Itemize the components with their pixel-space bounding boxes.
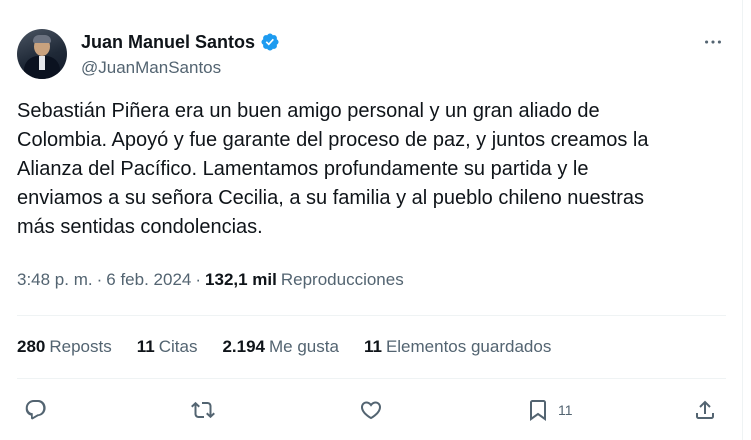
reposts-count: 280 bbox=[17, 337, 46, 356]
repost-button[interactable] bbox=[191, 396, 215, 424]
likes-count: 2.194 bbox=[222, 337, 266, 356]
likes-stat[interactable]: 2.194 Me gusta bbox=[222, 336, 338, 358]
meta-separator: · bbox=[96, 270, 103, 289]
divider bbox=[17, 378, 726, 379]
reposts-label: Reposts bbox=[49, 337, 112, 356]
share-button[interactable] bbox=[693, 396, 717, 424]
likes-label: Me gusta bbox=[269, 337, 339, 356]
heart-icon bbox=[360, 401, 382, 420]
action-bar: 11 bbox=[0, 392, 743, 428]
author-display-name[interactable]: Juan Manuel Santos bbox=[81, 31, 255, 53]
author-handle[interactable]: @JuanManSantos bbox=[81, 57, 221, 79]
like-button[interactable] bbox=[359, 396, 383, 424]
reply-icon bbox=[25, 400, 46, 420]
reposts-stat[interactable]: 280 Reposts bbox=[17, 336, 112, 358]
verified-badge-icon bbox=[261, 33, 279, 51]
engagement-stats: 280 Reposts 11 Citas 2.194 Me gusta 11 E… bbox=[17, 336, 576, 358]
views-label: Reproducciones bbox=[280, 270, 404, 289]
bookmarks-count: 11 bbox=[363, 337, 382, 356]
repost-icon bbox=[191, 401, 215, 419]
quotes-count: 11 bbox=[136, 337, 155, 356]
quotes-stat[interactable]: 11 Citas bbox=[137, 336, 198, 358]
bookmarks-stat[interactable]: 11 Elementos guardados bbox=[364, 336, 551, 358]
share-icon bbox=[696, 400, 714, 419]
tweet-date[interactable]: 6 feb. 2024 bbox=[106, 268, 191, 292]
divider bbox=[17, 315, 726, 316]
views-count: 132,1 mil bbox=[205, 270, 277, 289]
bookmark-button[interactable]: 11 bbox=[526, 396, 573, 424]
tweet-meta: 3:48 p. m. · 6 feb. 2024 · 132,1 mil Rep… bbox=[17, 268, 404, 292]
meta-separator: · bbox=[195, 270, 202, 289]
tweet-text: Sebastián Piñera era un buen amigo perso… bbox=[17, 100, 649, 238]
bookmarks-label: Elementos guardados bbox=[385, 337, 552, 356]
quotes-label: Citas bbox=[158, 337, 198, 356]
reply-button[interactable] bbox=[24, 396, 48, 424]
bookmark-action-count: 11 bbox=[558, 402, 573, 418]
tweet-card: Juan Manuel Santos @JuanManSantos Sebast… bbox=[0, 0, 743, 440]
tweet-time[interactable]: 3:48 p. m. bbox=[17, 268, 93, 292]
author-name-row: Juan Manuel Santos bbox=[81, 31, 280, 53]
bookmark-icon bbox=[530, 400, 546, 421]
more-options-button[interactable] bbox=[700, 32, 726, 52]
author-avatar[interactable] bbox=[17, 29, 67, 79]
more-dots-icon bbox=[705, 40, 721, 44]
